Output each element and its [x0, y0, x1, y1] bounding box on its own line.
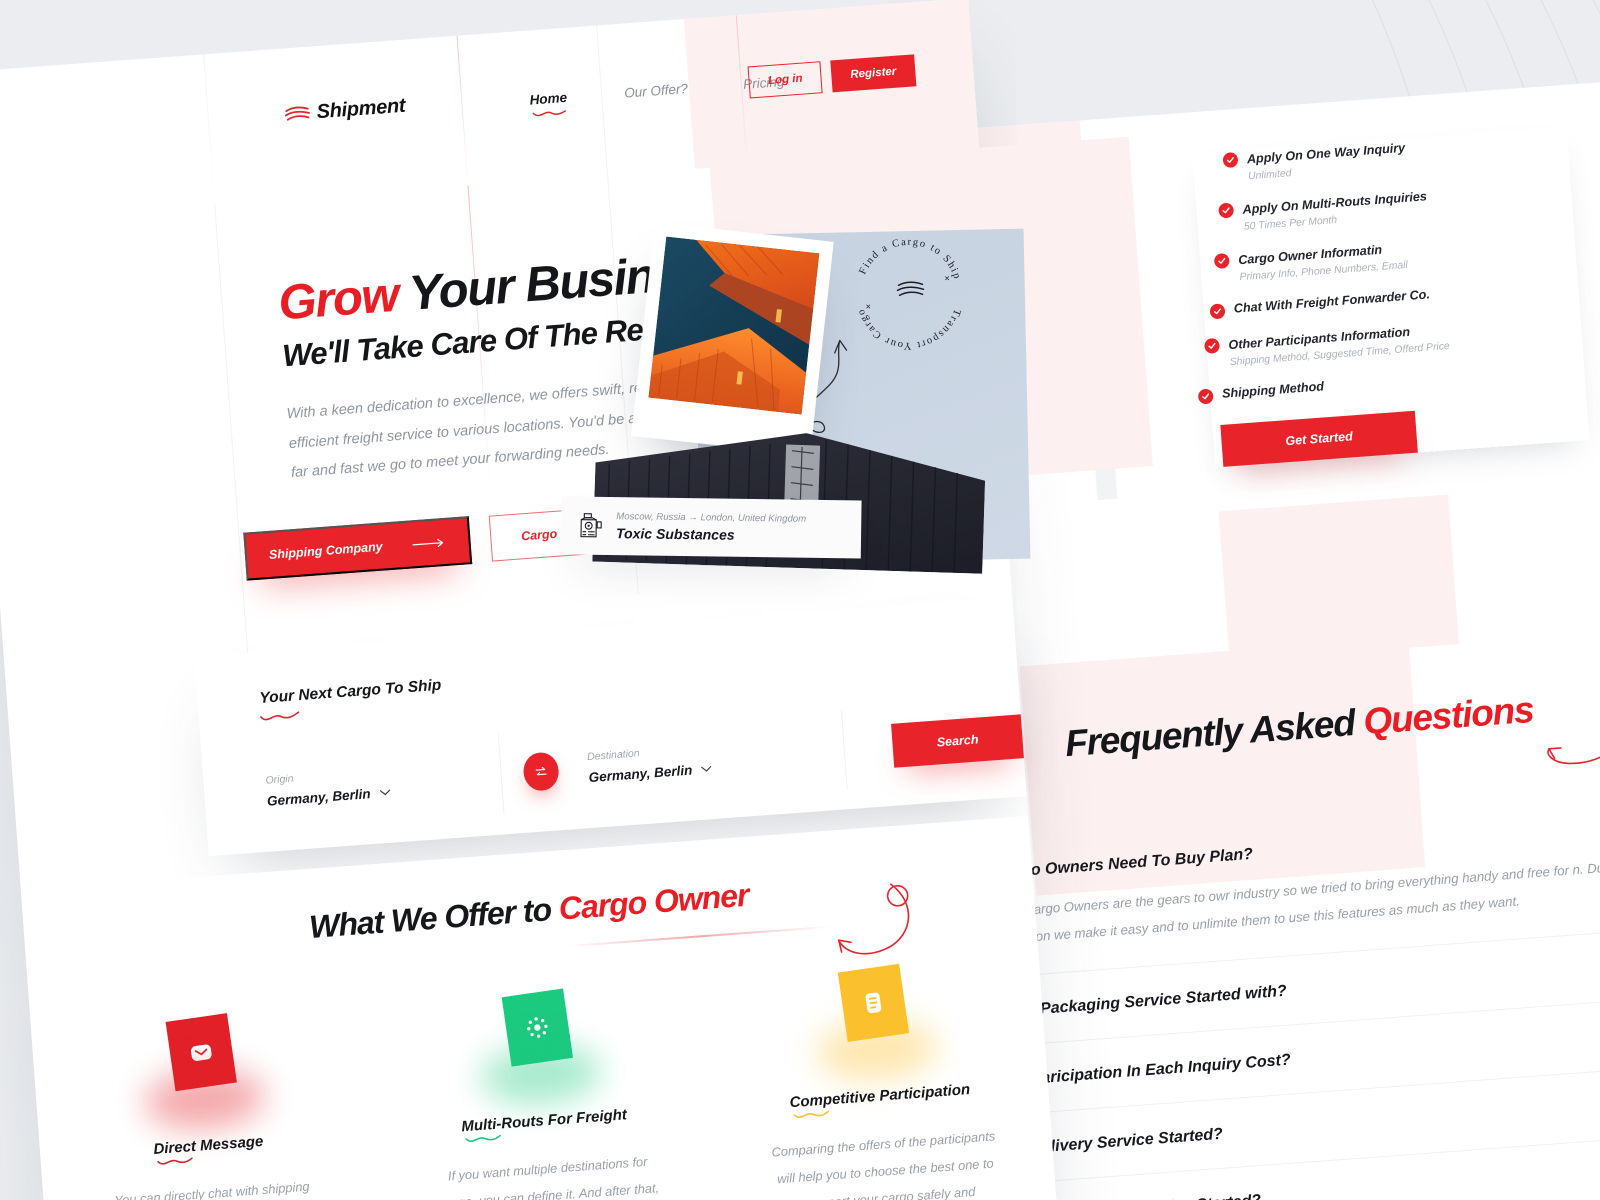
- hero-photo-containers-frame: [631, 222, 834, 456]
- cargo-title: Toxic Substances: [615, 525, 735, 543]
- card-glow: [478, 1040, 603, 1109]
- plan-feature-item: Shipping Method: [1197, 360, 1585, 405]
- nav-label: Our Offer?: [623, 81, 689, 101]
- offer-title-underline: [566, 925, 831, 948]
- shipment-wave-logo-icon: [284, 106, 310, 121]
- hero-title-accent: Grow: [276, 267, 400, 331]
- card-text: Comparing the offers of the participants…: [771, 1128, 996, 1200]
- search-title-text: Your Next Cargo To Ship: [258, 676, 442, 707]
- plan-feature-item: Apply On Multi-Routs Inquiries 50 Times …: [1218, 177, 1572, 235]
- card-glow: [814, 1015, 939, 1085]
- chevron-down-icon[interactable]: [379, 789, 390, 797]
- check-icon: [1197, 388, 1214, 405]
- card-glow: [142, 1064, 268, 1134]
- card-underline-squiggle: [157, 1157, 194, 1165]
- card-text: You can directly chat with shipping comp…: [113, 1178, 311, 1200]
- svg-text:×: ×: [866, 301, 871, 311]
- main-page-board: Shipment Home Our Offer? Pricing FAQ Log…: [0, 0, 1153, 1200]
- badge-bottom-text: Transport Your Cargo: [855, 306, 962, 351]
- route-arrow-icon: →: [688, 512, 698, 524]
- card-underline-squiggle: [793, 1110, 830, 1118]
- logo-text: Shipment: [315, 94, 406, 124]
- offer-title-accent: Cargo Owner: [557, 876, 750, 927]
- cargo-search-card: Your Next Cargo To Ship Origin Germany, …: [194, 596, 1027, 857]
- network-hub-icon: [526, 1017, 548, 1038]
- site-logo[interactable]: Shipment: [284, 95, 406, 127]
- cargo-route: Moscow, Russia → London, United Kingdom: [616, 511, 806, 525]
- cargo-origin: Moscow, Russia: [616, 511, 686, 524]
- check-icon: [1218, 202, 1235, 219]
- origin-value-text: Germany, Berlin: [266, 786, 372, 809]
- faq-arrow-decor: [1547, 708, 1600, 765]
- feature-title: Chat With Freight Fonwarder Co.: [1233, 287, 1431, 316]
- feature-title: Shipping Method: [1221, 379, 1325, 401]
- check-icon: [1213, 252, 1230, 269]
- plan-feature-item: Cargo Owner Informatin Primary Info, Pho…: [1213, 227, 1576, 285]
- plan-center-feature-list: Apply On One Way Inquiry Unlimited Apply…: [1192, 127, 1585, 405]
- header-divider-1: [203, 54, 216, 204]
- plan-feature-item: Other Participants Information Shipping …: [1203, 310, 1582, 370]
- title-underline-squiggle: [260, 711, 300, 721]
- swap-origin-destination-button[interactable]: [522, 751, 560, 792]
- search-card-title: Your Next Cargo To Ship: [258, 676, 442, 721]
- swap-arrows-icon: [535, 766, 547, 775]
- plan-card-center[interactable]: Apply On One Way Inquiry Unlimited Apply…: [1192, 127, 1589, 468]
- check-icon: [1203, 337, 1221, 354]
- svg-text:Transport Your Cargo: Transport Your Cargo: [855, 306, 962, 351]
- header-divider-2: [456, 35, 469, 186]
- pink-decor-block-mid: [1218, 494, 1460, 661]
- card-title: Multi-Routs For Freight: [460, 1106, 628, 1143]
- plan-center-get-started-button[interactable]: Get Started: [1220, 410, 1418, 467]
- offer-card-multi-routs[interactable]: Multi-Routs For Freight If you want mult…: [367, 980, 723, 1200]
- register-button[interactable]: Register: [830, 54, 917, 93]
- offer-cards: Direct Message You can directly chat wit…: [31, 956, 1058, 1200]
- nav-item-home[interactable]: Home: [494, 85, 603, 117]
- cargo-info-card[interactable]: Moscow, Russia → London, United Kingdom …: [560, 496, 862, 559]
- card-title: Direct Message: [152, 1132, 264, 1165]
- offer-card-competitive-participation[interactable]: Competitive Participation Comparing the …: [703, 956, 1059, 1200]
- check-icon: [1222, 152, 1239, 169]
- card-title-text: Multi-Routs For Freight: [460, 1106, 628, 1136]
- offer-section: What We Offer to Cargo Owner Direct Mess…: [20, 816, 1059, 1200]
- arrow-right-icon: [412, 538, 444, 547]
- active-underline-squiggle: [532, 110, 567, 117]
- document-icon: [865, 992, 881, 1014]
- search-button[interactable]: Search: [891, 714, 1024, 768]
- envelope-icon: [191, 1044, 212, 1061]
- check-icon: [1209, 303, 1226, 320]
- svg-text:×: ×: [944, 273, 949, 283]
- cargo-destination: London, United Kingdom: [700, 512, 807, 525]
- login-button[interactable]: Log in: [747, 61, 823, 99]
- card-title-text: Competitive Participation: [789, 1081, 971, 1112]
- hero-guide-1: [214, 203, 250, 673]
- plan-feature-item: Apply On One Way Inquiry Unlimited: [1222, 127, 1568, 184]
- origin-field[interactable]: Origin Germany, Berlin: [201, 734, 505, 837]
- shipping-company-button[interactable]: Shipping Company: [243, 516, 473, 581]
- destination-field[interactable]: Destination Germany, Berlin: [577, 709, 849, 809]
- nav-label: Home: [529, 89, 568, 108]
- search-row: Origin Germany, Berlin Destination Germa…: [201, 696, 1026, 837]
- chevron-down-icon[interactable]: [701, 765, 712, 773]
- offer-card-direct-message[interactable]: Direct Message You can directly chat wit…: [31, 1005, 387, 1200]
- plan-feature-item: Chat With Freight Fonwarder Co.: [1209, 276, 1578, 320]
- offer-title-plain: What We Offer to: [307, 890, 561, 945]
- card-underline-squiggle: [465, 1134, 501, 1143]
- cta-primary-label: Shipping Company: [268, 539, 384, 562]
- hero-photo-containers: [648, 236, 820, 415]
- card-title: Competitive Participation: [789, 1081, 971, 1118]
- destination-value-text: Germany, Berlin: [588, 762, 693, 786]
- toxic-substances-icon: [580, 513, 602, 538]
- card-text: If you want multiple destinations for ca…: [440, 1153, 660, 1200]
- card-title-text: Direct Message: [152, 1132, 264, 1158]
